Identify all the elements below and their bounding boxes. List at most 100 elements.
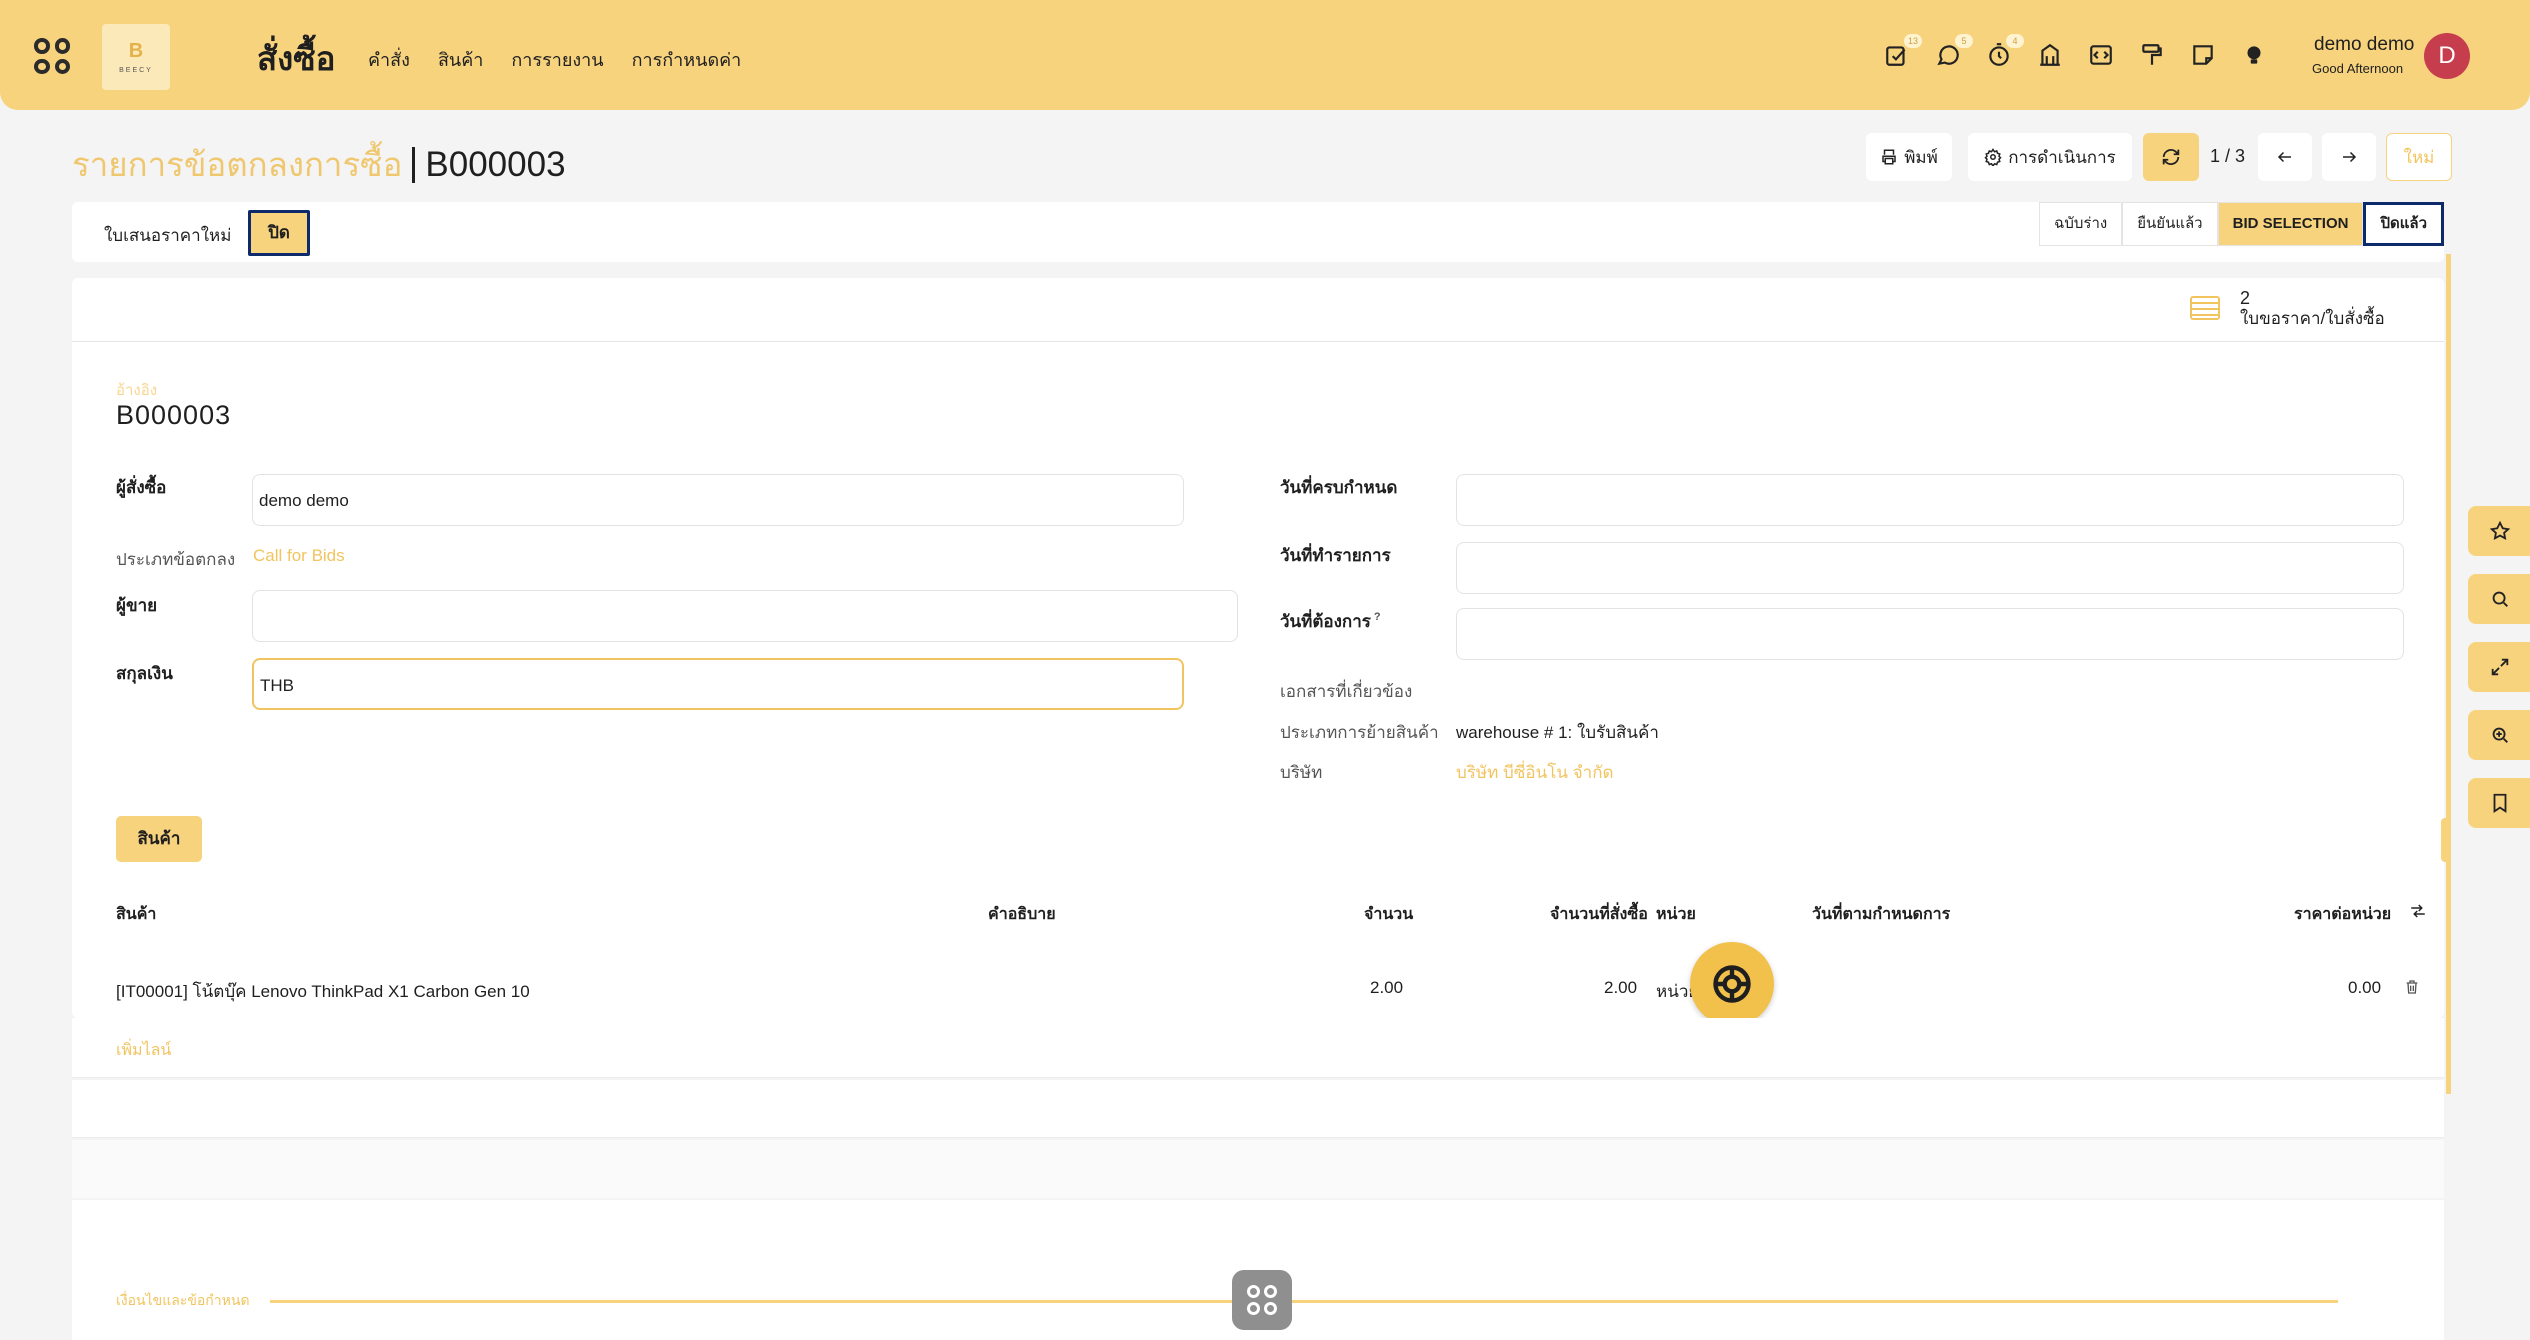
agreement-type-label: ประเภทข้อตกลง (116, 550, 236, 569)
picking-type-label: ประเภทการย้ายสินค้า (1280, 723, 1439, 742)
print-button[interactable]: พิมพ์ (1866, 133, 1952, 181)
new-quotation-button[interactable]: ใบเสนอราคาใหม่ (104, 222, 231, 249)
column-scheduled-date[interactable]: วันที่ตามกำหนดการ (1812, 902, 1950, 927)
form-sheet: 2 ใบขอราคา/ใบสั่งซื้อ อ้างอิง B000003 ผู… (72, 278, 2444, 1018)
breadcrumb-parent[interactable]: รายการข้อตกลงการซื้อ (72, 138, 402, 191)
company-value[interactable]: บริษัท บีซี่อินโน จำกัด (1456, 759, 1614, 786)
deadline-field[interactable] (1456, 474, 2404, 526)
breadcrumb-current: B000003 (425, 144, 566, 184)
column-ordered-quantity[interactable]: จำนวนที่สั่งซื้อ (1550, 902, 1648, 927)
empty-row (72, 1140, 2444, 1198)
products-table-header: สินค้า คำอธิบาย จำนวน จำนวนที่สั่งซื้อ ห… (72, 888, 2444, 936)
company-logo[interactable]: B BEECY (102, 24, 170, 90)
print-label: พิมพ์ (1904, 147, 1938, 167)
terms-separator (270, 1300, 2338, 1303)
rfq-count: 2 (2240, 288, 2251, 308)
menu-configuration[interactable]: การกำหนดค่า (632, 45, 742, 74)
app-title[interactable]: สั่งซื้อ (257, 32, 335, 85)
logo-letter: B (128, 40, 144, 62)
trash-icon[interactable] (2404, 978, 2420, 1001)
row-unit-price[interactable]: 0.00 (2348, 978, 2381, 998)
add-line-link[interactable]: เพิ่มไลน์ (116, 1038, 171, 1063)
avatar[interactable]: D (2424, 33, 2470, 79)
buyer-field[interactable]: demo demo (252, 474, 1184, 526)
pager-value[interactable]: 1 / 3 (2210, 146, 2245, 167)
expand-icon[interactable] (2468, 642, 2530, 692)
top-navbar: B BEECY สั่งซื้อ คำสั่ง สินค้า การรายงาน… (0, 0, 2530, 110)
company-label: บริษัท (1280, 763, 1323, 782)
stage-closed[interactable]: ปิดแล้ว (2363, 202, 2444, 246)
breadcrumb-separator (412, 146, 416, 183)
delivery-date-field[interactable] (1456, 608, 2404, 660)
menu-products[interactable]: สินค้า (438, 45, 483, 74)
support-lifebuoy-button[interactable] (1690, 942, 1774, 1026)
timer-icon[interactable]: 4 (1986, 34, 2024, 68)
timer-badge: 4 (2006, 34, 2024, 48)
action-label: การดำเนินการ (2008, 147, 2116, 167)
user-name[interactable]: demo demo (2314, 34, 2414, 56)
buyer-label: ผู้สั่งซื้อ (116, 478, 167, 497)
order-date-field[interactable] (1456, 542, 2404, 594)
row-ordered-quantity[interactable]: 2.00 (1604, 978, 1637, 998)
paint-roller-icon[interactable] (2139, 42, 2165, 68)
row-product[interactable]: [IT00001] โน้ตบุ๊ค Lenovo ThinkPad X1 Ca… (116, 978, 530, 1005)
search-icon[interactable] (2468, 574, 2530, 624)
column-product[interactable]: สินค้า (116, 902, 156, 927)
arrow-right-icon (2343, 151, 2357, 163)
order-date-label: วันที่ทำรายการ (1280, 546, 1391, 565)
terms-label: เงื่อนไขและข้อกำหนด (116, 1292, 250, 1308)
help-tooltip-icon[interactable]: ? (1374, 611, 1381, 623)
pager-next-button[interactable] (2322, 133, 2376, 181)
side-toolbar (2468, 506, 2530, 828)
column-quantity[interactable]: จำนวน (1364, 902, 1413, 927)
lightbulb-icon[interactable] (2241, 42, 2267, 68)
logo-text: BEECY (119, 67, 153, 74)
code-icon[interactable] (2088, 42, 2114, 68)
scrollbar-thumb[interactable] (2441, 818, 2451, 862)
refresh-icon (2162, 149, 2180, 165)
empty-row (72, 1080, 2444, 1138)
delivery-date-label: วันที่ต้องการ? (1280, 608, 1381, 635)
floating-apps-icon[interactable] (1232, 1270, 1292, 1330)
smart-button-box: 2 ใบขอราคา/ใบสั่งซื้อ (72, 278, 2444, 342)
chat-icon[interactable]: 5 (1935, 34, 1973, 68)
vendor-field[interactable] (252, 590, 1238, 642)
activity-icon[interactable]: 13 (1884, 34, 1922, 68)
apps-menu-icon[interactable] (34, 38, 70, 74)
currency-label: สกุลเงิน (116, 664, 173, 683)
currency-field[interactable]: THB (252, 658, 1184, 710)
table-row[interactable]: [IT00001] โน้ตบุ๊ค Lenovo ThinkPad X1 Ca… (72, 958, 2444, 1018)
stage-widget: ฉบับร่าง ยืนยันแล้ว BID SELECTION ปิดแล้… (2039, 202, 2444, 246)
new-button[interactable]: ใหม่ (2386, 133, 2452, 181)
bank-icon[interactable] (2037, 42, 2063, 68)
note-icon[interactable] (2190, 42, 2216, 68)
agreement-type-value[interactable]: Call for Bids (253, 546, 345, 566)
stage-bid-selection[interactable]: BID SELECTION (2217, 202, 2364, 246)
arrow-left-icon (2277, 151, 2291, 163)
column-uom[interactable]: หน่วย (1656, 902, 1696, 927)
gear-icon (1984, 148, 2002, 166)
systray: 13 5 4 (1884, 34, 2267, 68)
stage-draft[interactable]: ฉบับร่าง (2039, 202, 2123, 246)
action-button[interactable]: การดำเนินการ (1968, 133, 2132, 181)
row-quantity[interactable]: 2.00 (1370, 978, 1403, 998)
column-settings-icon[interactable] (2408, 902, 2428, 925)
menu-orders[interactable]: คำสั่ง (368, 45, 410, 74)
column-description[interactable]: คำอธิบาย (988, 902, 1056, 927)
pager-previous-button[interactable] (2258, 133, 2312, 181)
vendor-label: ผู้ขาย (116, 596, 158, 615)
menu-reporting[interactable]: การรายงาน (511, 45, 603, 74)
bookmark-icon[interactable] (2468, 778, 2530, 828)
close-button[interactable]: ปิด (248, 210, 310, 256)
reference-value: B000003 (116, 400, 232, 430)
refresh-button[interactable] (2143, 133, 2199, 181)
rfq-smart-button[interactable]: 2 ใบขอราคา/ใบสั่งซื้อ (2190, 288, 2385, 330)
star-icon[interactable] (2468, 506, 2530, 556)
stage-confirmed[interactable]: ยืนยันแล้ว (2122, 202, 2218, 246)
column-unit-price[interactable]: ราคาต่อหน่วย (2294, 902, 2391, 927)
scrollbar-track[interactable] (2446, 254, 2451, 1094)
zoom-in-icon[interactable] (2468, 710, 2530, 760)
tab-products[interactable]: สินค้า (116, 816, 202, 862)
picking-type-value[interactable]: warehouse # 1: ใบรับสินค้า (1456, 719, 1659, 746)
breadcrumb: รายการข้อตกลงการซื้อ B000003 (72, 138, 566, 191)
